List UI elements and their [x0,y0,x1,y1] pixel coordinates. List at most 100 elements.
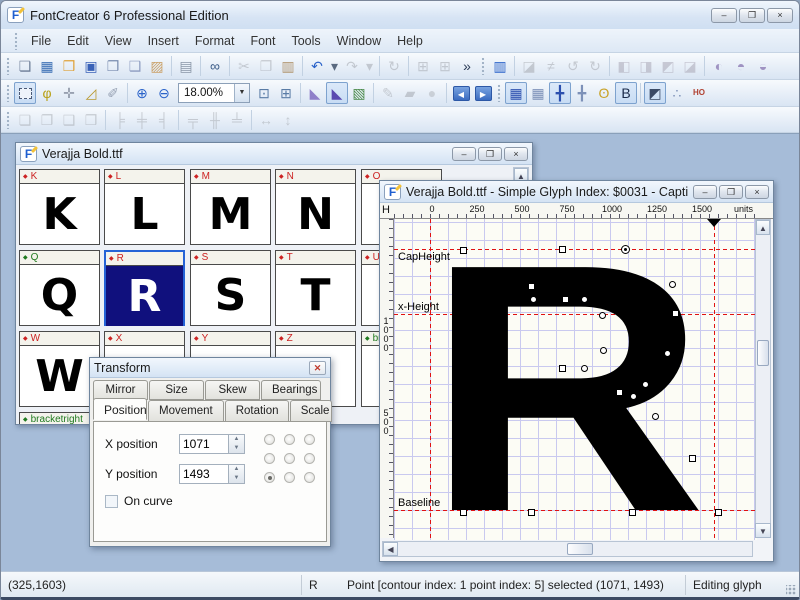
on-curve-point[interactable] [528,509,535,516]
show-contours-button[interactable]: ◩ [644,82,666,104]
advance-width-marker[interactable] [707,219,721,227]
reference-radio-2[interactable] [304,434,315,445]
space-equally-vertical-button[interactable]: ↕ [277,109,299,131]
align-left-button[interactable]: ╞ [109,109,131,131]
glyph-cell-W[interactable]: ◆WW [19,331,100,407]
off-curve-point[interactable] [599,312,606,319]
editor-minimize-button[interactable]: – [693,185,717,199]
toolbar-grip[interactable] [497,84,502,102]
reference-radio-4[interactable] [284,453,295,464]
reference-radio-0[interactable] [264,434,275,445]
scroll-left-icon[interactable]: ◀ [383,542,398,556]
toolbar-grip[interactable] [6,111,11,129]
zoom-out-button[interactable]: ⊖ [153,82,175,104]
off-curve-point[interactable] [652,413,659,420]
menu-format[interactable]: Format [187,31,243,51]
on-curve-point[interactable] [672,310,679,317]
menu-font[interactable]: Font [242,31,283,51]
exclude-contours-button[interactable]: ◒ [752,55,774,77]
glyph-cell-T[interactable]: ◆TT [275,250,356,326]
on-curve-point[interactable] [559,246,566,253]
menubar-grip[interactable] [14,32,19,50]
bring-forward-button[interactable]: ❑ [58,109,80,131]
scroll-down-icon[interactable]: ▼ [755,523,771,538]
export-font-button[interactable]: ▨ [146,55,168,77]
selected-point[interactable] [621,245,630,254]
align-center-button[interactable]: ╪ [131,109,153,131]
reference-radio-7[interactable] [284,472,295,483]
reference-radio-3[interactable] [264,453,275,464]
glyph-properties-button[interactable]: ▥ [489,55,511,77]
print-button[interactable]: ▤ [175,55,197,77]
copy-button[interactable]: ❐ [255,55,277,77]
on-curve-point[interactable] [629,509,636,516]
glyph-cell-bracketright[interactable]: ◆bracketright] [19,412,100,424]
toolbar-overflow-button[interactable]: » [456,55,478,77]
tab-size[interactable]: Size [149,380,204,400]
cut-button[interactable]: ✂ [233,55,255,77]
on-curve-point[interactable] [559,365,566,372]
union-contours-button[interactable]: ◐ [708,55,730,77]
intersect-contours-button[interactable]: ◓ [730,55,752,77]
restore-button[interactable]: ❐ [739,8,765,23]
background-image-button[interactable]: ▧ [348,82,370,104]
on-curve-point[interactable] [616,389,623,396]
off-curve-point[interactable] [530,296,537,303]
paste-button[interactable]: ▥ [277,55,299,77]
glyph-cell-body[interactable]: W [20,346,99,406]
redo-options-button[interactable]: ▾ [363,55,376,77]
toolbar-grip[interactable] [6,57,11,75]
snap-to-grid-button[interactable]: ▦ [527,82,549,104]
draw-ellipse-button[interactable]: ● [421,82,443,104]
glyph-cell-R[interactable]: ◆RR [104,250,185,326]
point-mode-button[interactable]: ◣ [326,82,348,104]
navigate-back-button[interactable]: ◀ [450,82,472,104]
glyph-cell-L[interactable]: ◆LL [104,169,185,245]
insert-glyphs-button[interactable]: ⊞ [412,55,434,77]
snap-to-guidelines-button[interactable]: ╋ [571,82,593,104]
editor-restore-button[interactable]: ❐ [719,185,743,199]
off-curve-point[interactable] [642,381,649,388]
editor-close-button[interactable]: × [745,185,769,199]
x-position-field[interactable] [179,434,229,454]
editor-title-bar[interactable]: F Verajja Bold.ttf - Simple Glyph Index:… [380,181,773,203]
resize-grip[interactable] [786,585,796,595]
off-curve-point[interactable] [581,296,588,303]
show-points-button[interactable]: ∴ [666,82,688,104]
align-bottom-button[interactable]: ╧ [226,109,248,131]
tab-movement[interactable]: Movement [148,400,224,422]
editor-vscroll-thumb[interactable] [757,340,769,366]
close-button[interactable]: × [767,8,793,23]
off-curve-point[interactable] [600,347,607,354]
glyph-cell-N[interactable]: ◆NN [275,169,356,245]
glyph-cell-body[interactable]: S [191,265,270,325]
lasso-tool-button[interactable]: φ [36,82,58,104]
show-guidelines-button[interactable]: ╋ [549,82,571,104]
overview-restore-button[interactable]: ❐ [478,147,502,161]
glyph-cell-body[interactable]: N [276,184,355,244]
insert-characters-button[interactable]: ⊞ [434,55,456,77]
editor-hscroll-thumb[interactable] [567,543,593,555]
glyph-cell-body[interactable]: L [105,184,184,244]
pan-tool-button[interactable]: ✛ [58,82,80,104]
on-curve-point[interactable] [460,509,467,516]
open-installed-font-button[interactable]: ❐ [102,55,124,77]
zoom-rectangle-button[interactable]: ⊡ [253,82,275,104]
split-contour-button[interactable]: ≠ [540,55,562,77]
tab-skew[interactable]: Skew [205,380,260,400]
glyph-cell-body[interactable]: R [106,266,183,326]
y-position-spinner[interactable]: ▲▼ [229,464,245,484]
rotate-right-90-button[interactable]: ◪ [679,55,701,77]
flip-vertical-button[interactable]: ◨ [635,55,657,77]
off-curve-point[interactable] [669,281,676,288]
glyph-canvas[interactable]: R CapHeight x-Height Baseline [394,219,757,540]
zoom-level-combo[interactable]: 18.00%▼ [178,83,250,103]
zoom-level-dropdown-icon[interactable]: ▼ [234,84,249,102]
transform-close-icon[interactable]: ✕ [309,361,326,375]
title-bar[interactable]: F FontCreator 6 Professional Edition – ❐… [1,1,799,29]
menu-view[interactable]: View [97,31,140,51]
tab-rotation[interactable]: Rotation [225,400,289,422]
overview-close-button[interactable]: × [504,147,528,161]
off-curve-point[interactable] [581,365,588,372]
menu-window[interactable]: Window [329,31,389,51]
